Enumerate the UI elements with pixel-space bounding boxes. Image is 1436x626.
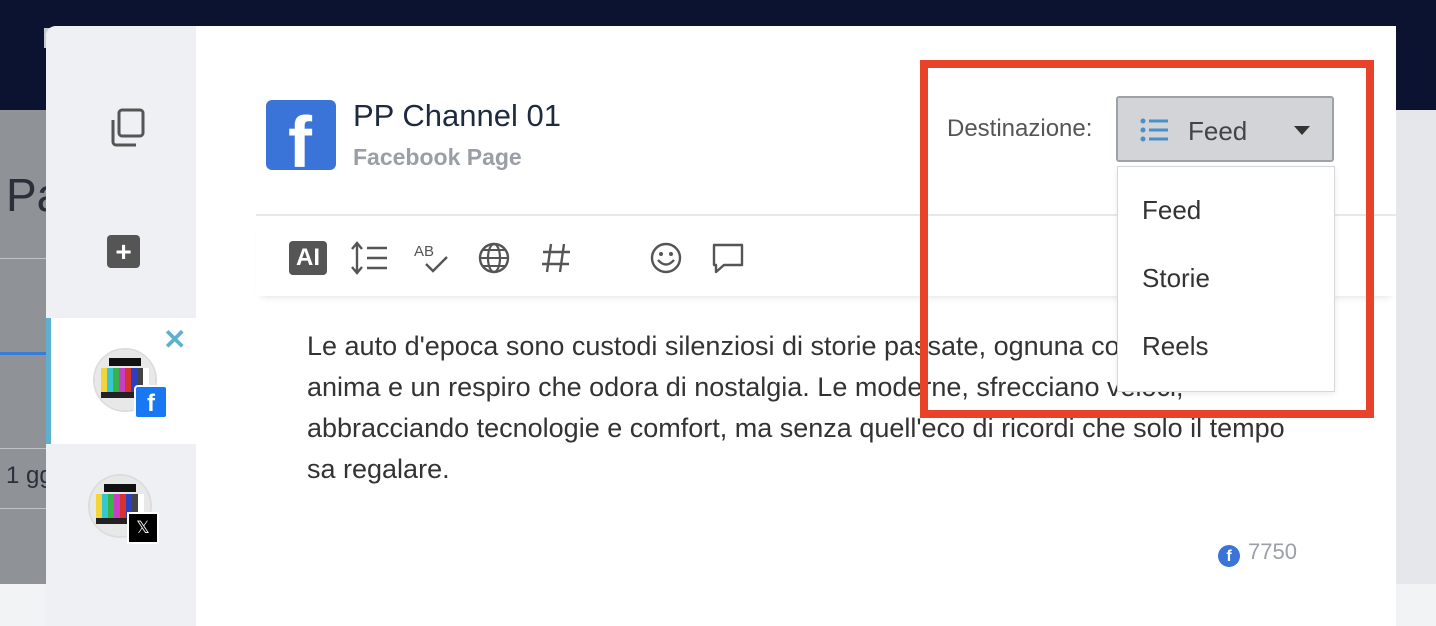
svg-text:AB: AB — [414, 243, 434, 260]
globe-icon[interactable] — [476, 240, 512, 276]
background-divider — [0, 448, 46, 449]
character-count: 7750 — [1248, 539, 1297, 564]
account-item-x[interactable]: 𝕏 — [46, 446, 196, 626]
ai-assistant-button[interactable]: AI — [289, 241, 327, 275]
channel-name: PP Channel 01 — [353, 98, 561, 133]
highlight-annotation-box — [920, 60, 1374, 418]
background-right-panel — [1396, 110, 1436, 584]
character-counter: f 7750 — [1218, 539, 1297, 567]
background-tab-indicator — [0, 352, 46, 355]
comment-icon[interactable] — [710, 240, 746, 276]
hashtag-icon[interactable] — [538, 240, 574, 276]
add-account-button[interactable]: + — [107, 235, 140, 268]
facebook-small-icon: f — [1218, 545, 1240, 567]
background-divider — [0, 258, 46, 259]
remove-account-icon[interactable]: ✕ — [163, 326, 186, 354]
spellcheck-icon[interactable]: AB — [412, 240, 452, 276]
line-spacing-icon[interactable] — [350, 240, 388, 276]
facebook-logo-icon: f — [266, 100, 336, 170]
channel-type: Facebook Page — [353, 144, 522, 170]
background-divider — [0, 508, 46, 509]
facebook-badge-icon: f — [134, 385, 168, 419]
emoji-icon[interactable] — [648, 240, 684, 276]
x-badge-icon: 𝕏 — [127, 512, 159, 544]
duplicate-icon[interactable] — [108, 108, 146, 148]
